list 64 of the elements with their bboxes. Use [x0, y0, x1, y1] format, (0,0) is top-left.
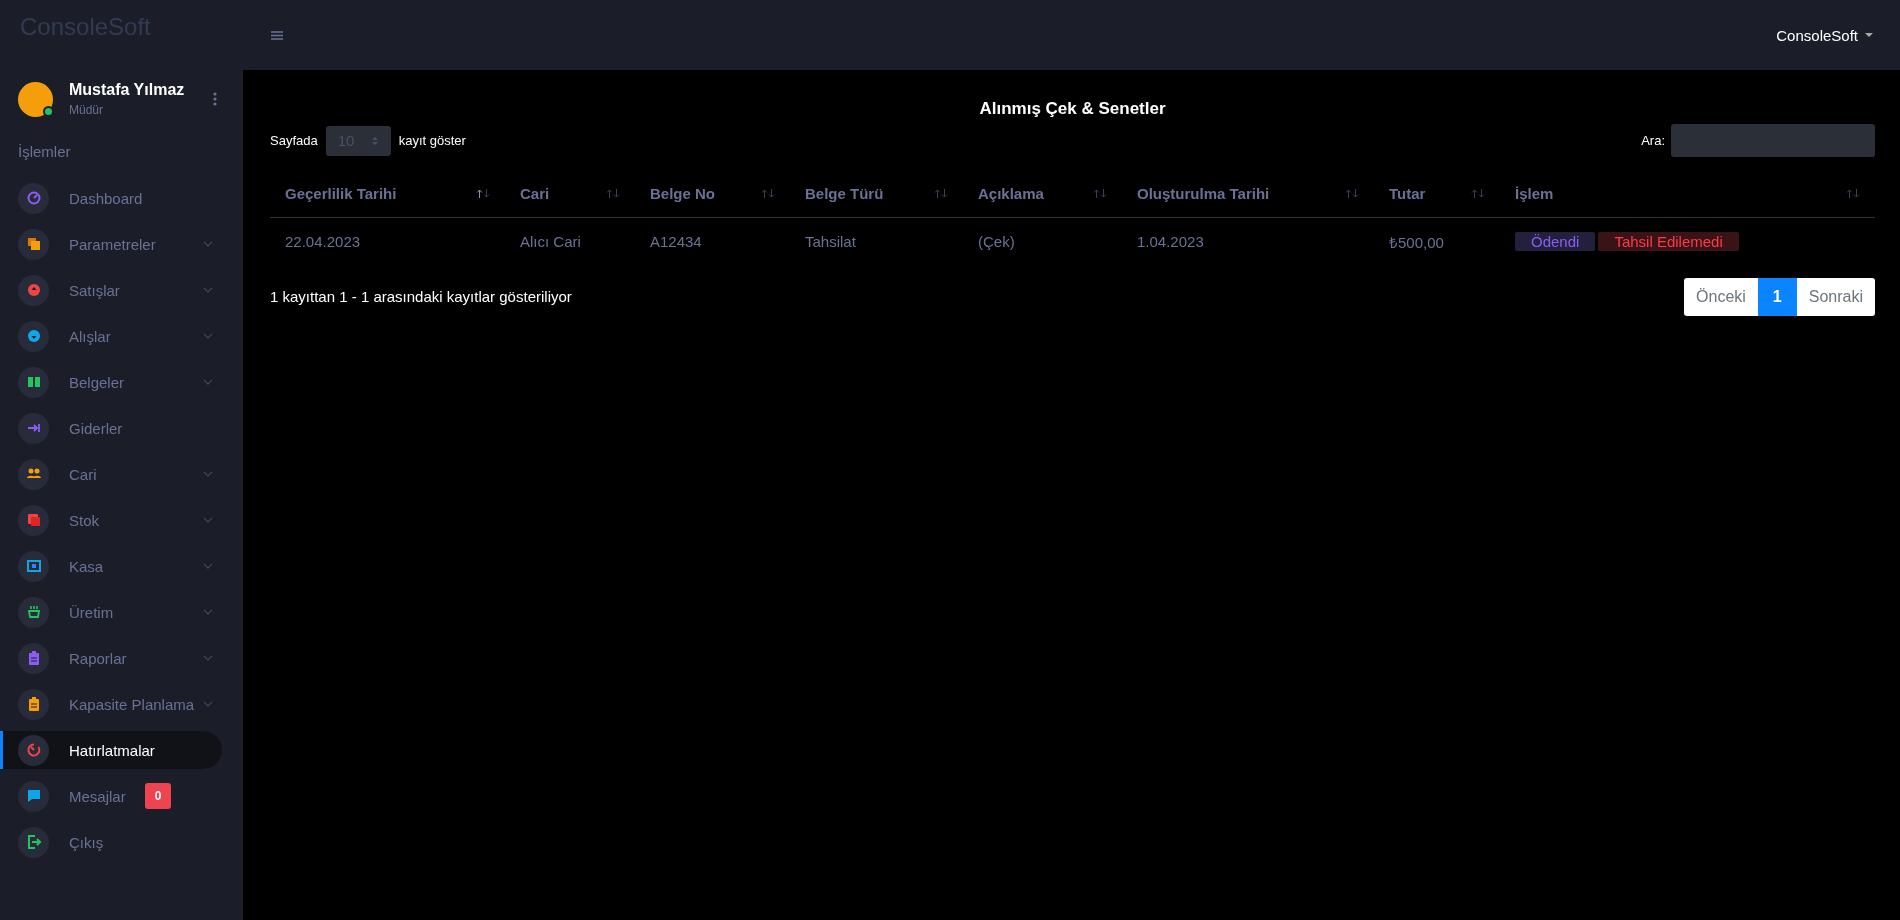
caret-icon: [1865, 33, 1873, 37]
updown-icon: [372, 135, 379, 146]
length-label: Sayfada: [270, 133, 318, 148]
down-icon: [18, 320, 49, 352]
user-name: Mustafa Yılmaz: [69, 81, 186, 99]
people-icon: [18, 458, 49, 490]
exit-icon: [18, 826, 49, 858]
table-cell: 22.04.2023: [270, 217, 505, 266]
sidebar-item[interactable]: Parametreler: [0, 225, 243, 263]
search-field[interactable]: [1671, 124, 1875, 157]
sidebar-item[interactable]: Alışlar: [0, 317, 243, 355]
column-header[interactable]: Açıklama: [963, 171, 1122, 217]
sidebar-item[interactable]: Dashboard: [0, 179, 243, 217]
length-label: kayıt göster: [398, 133, 466, 148]
page-button[interactable]: Önceki: [1684, 277, 1758, 316]
chat-icon: [18, 780, 49, 812]
column-header[interactable]: Oluşturulma Tarihi: [1122, 171, 1374, 217]
sidebar-item[interactable]: Belgeler: [0, 363, 243, 401]
timer-icon: [18, 734, 49, 766]
sidebar-item[interactable]: Kasa: [0, 547, 243, 585]
column-header[interactable]: Belge No: [635, 171, 790, 217]
status-badge[interactable]: Tahsil Edilemedi: [1598, 232, 1739, 251]
sidebar-item[interactable]: Cari: [0, 455, 243, 493]
cash-icon: [18, 550, 49, 582]
menu-icon[interactable]: [271, 30, 283, 40]
stack-icon: [18, 504, 49, 536]
clipboard-icon: [18, 642, 49, 674]
column-header[interactable]: Geçerlilik Tarihi: [270, 171, 505, 217]
up-icon: [18, 274, 49, 306]
book-icon: [18, 366, 49, 398]
layers-icon: [18, 228, 49, 260]
table-cell: 1.04.2023: [1122, 217, 1374, 266]
table-cell: Alıcı Cari: [505, 217, 635, 266]
pot-icon: [18, 596, 49, 628]
sidebar-item[interactable]: Üretim: [0, 593, 243, 631]
gauge-icon: [18, 182, 49, 214]
page-title: Alınmış Çek & Senetler: [978, 98, 1167, 120]
column-header[interactable]: İşlem: [1500, 171, 1875, 217]
count-badge: 0: [144, 783, 172, 809]
sidebar-item[interactable]: Hatırlatmalar: [0, 731, 222, 769]
sidebar-item[interactable]: Stok: [0, 501, 243, 539]
table-cell: Tahsilat: [790, 217, 963, 266]
page-button[interactable]: Sonraki: [1796, 277, 1875, 316]
page-button[interactable]: 1: [1757, 277, 1797, 316]
more-icon[interactable]: [213, 92, 217, 106]
sidebar-item[interactable]: Kapasite Planlama: [0, 685, 243, 723]
search-label: Ara:: [1641, 133, 1665, 148]
column-header[interactable]: Cari: [505, 171, 635, 217]
table-cell: ₺500,00: [1374, 217, 1500, 266]
sidebar-item[interactable]: Mesajlar 0: [0, 777, 243, 815]
column-header[interactable]: Tutar: [1374, 171, 1500, 217]
section-label: İşlemler: [17, 142, 72, 162]
table-info: 1 kayıttan 1 - 1 arasındaki kayıtlar gösteriliyor: [270, 288, 572, 305]
user-role: Müdür: [69, 103, 104, 117]
column-header[interactable]: Belge Türü: [790, 171, 963, 217]
sidebar-item[interactable]: Satışlar: [0, 271, 243, 309]
sidebar-item[interactable]: Giderler: [0, 409, 243, 447]
sidebar-item[interactable]: Raporlar: [0, 639, 243, 677]
status-badge[interactable]: Ödendi: [1515, 232, 1596, 251]
sidebar-item[interactable]: Çıkış: [0, 823, 243, 861]
sort-icon[interactable]: [476, 189, 490, 199]
user-menu[interactable]: ConsoleSoft: [1776, 26, 1873, 44]
table-cell: (Çek): [963, 217, 1122, 266]
table-cell: A12434: [635, 217, 790, 266]
